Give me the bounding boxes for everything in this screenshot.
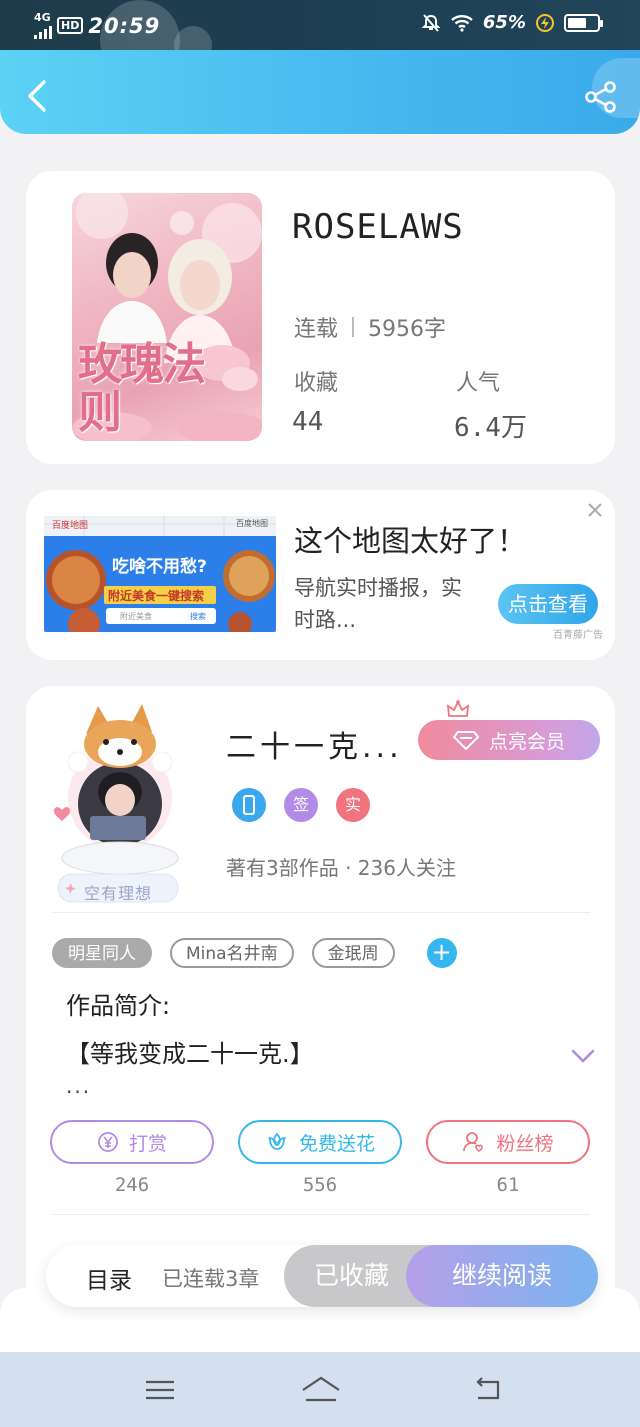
battery-fill	[568, 17, 586, 28]
tag-item[interactable]: 金珉周	[311, 938, 395, 968]
diamond-icon	[452, 731, 479, 750]
system-nav-bar	[0, 1352, 640, 1427]
clock: 20:59	[88, 13, 161, 38]
tip-label: 打赏	[128, 1132, 167, 1155]
close-icon[interactable]	[585, 500, 605, 520]
word-count: 5956字	[368, 317, 447, 342]
author-card: 空有理想 二十一克... 点亮会员 签实 著有3部作品 · 236人关注 明星同…	[26, 686, 615, 1326]
author-stats: 著有3部作品 · 236人关注	[226, 856, 456, 880]
ad-image[interactable]: 百度地图 百度地图 吃啥不用愁? 附近美食一键搜索 附近美食 搜索	[44, 516, 276, 632]
reading-action-bar: 目录 已连载3章 已收藏 继续阅读	[46, 1245, 598, 1307]
book-title: ROSELAWS	[292, 207, 464, 247]
home-icon[interactable]	[300, 1374, 342, 1406]
author-badges: 签实	[232, 788, 370, 822]
intro-label: 作品简介:	[66, 992, 171, 1020]
fans-count: 61	[496, 1174, 520, 1196]
table-of-contents-button[interactable]: 目录	[86, 1261, 132, 1295]
meta-separator	[352, 317, 355, 337]
fans-icon	[463, 1132, 484, 1152]
favorites-value: 44	[292, 407, 324, 437]
popularity-value: 6.4万	[454, 413, 527, 443]
tag-item[interactable]: 明星同人	[52, 938, 152, 968]
signal-icon	[34, 23, 52, 39]
status-bar: 4G HD 20:59 65%	[0, 0, 640, 80]
battery-icon	[564, 13, 603, 32]
ad-image-download: 百度地图	[236, 519, 268, 528]
fans-ranking-label: 粉丝榜	[496, 1132, 554, 1155]
phone-badge-icon[interactable]	[232, 788, 266, 822]
fans-ranking-button[interactable]: 粉丝榜	[426, 1120, 590, 1164]
ad-image-search-button: 搜索	[190, 612, 206, 621]
ad-source: 百青藤广告	[553, 630, 603, 641]
status-left: 4G HD 20:59	[34, 12, 160, 39]
back-icon[interactable]	[470, 1374, 506, 1406]
serial-progress[interactable]: 已连载3章	[162, 1263, 259, 1293]
ad-image-search: 附近美食	[120, 612, 152, 621]
share-icon[interactable]	[584, 80, 618, 114]
book-cover[interactable]: 玫瑰法则	[72, 193, 262, 441]
yen-icon	[98, 1132, 118, 1152]
popularity-label: 人气	[456, 371, 501, 396]
intro-ellipsis: ...	[66, 1074, 92, 1098]
wifi-icon	[451, 14, 473, 32]
flower-icon	[268, 1132, 286, 1150]
status-right: 65%	[421, 12, 603, 33]
book-info-card: 玫瑰法则 ROSELAWS 连载 5956字 收藏 人气 44 6.4万	[26, 171, 615, 464]
send-flower-label: 免费送花	[298, 1132, 375, 1155]
chevron-down-icon[interactable]	[570, 1048, 596, 1064]
network-type: 4G	[34, 11, 51, 24]
light-up-vip-button[interactable]: 点亮会员	[418, 720, 600, 760]
book-meta: 连载 5956字	[294, 311, 446, 343]
serial-status: 连载	[294, 317, 339, 342]
add-tag-button[interactable]: +	[426, 938, 457, 968]
ad-image-subline: 附近美食一键搜索	[108, 589, 205, 603]
ad-title[interactable]: 这个地图太好了！	[294, 518, 526, 560]
send-flower-button[interactable]: 免费送花	[238, 1120, 402, 1164]
tip-button[interactable]: 打赏	[50, 1120, 214, 1164]
author-avatar[interactable]: 空有理想	[50, 696, 216, 908]
signed-badge-icon[interactable]: 签	[284, 788, 318, 822]
menu-icon[interactable]	[142, 1374, 178, 1406]
ad-view-button[interactable]: 点击查看	[498, 584, 598, 624]
tip-count: 246	[114, 1174, 150, 1196]
hd-icon: HD	[57, 17, 84, 34]
ad-description[interactable]: 导航实时播报，实时路...	[294, 572, 474, 636]
divider	[52, 1214, 590, 1215]
verified-badge-icon[interactable]: 实	[336, 788, 370, 822]
favorites-label: 收藏	[294, 371, 339, 396]
ad-card[interactable]: 百度地图 百度地图 吃啥不用愁? 附近美食一键搜索 附近美食 搜索 这个地图太好…	[26, 490, 615, 660]
ad-image-headline: 吃啥不用愁?	[112, 557, 207, 577]
flower-count: 556	[302, 1174, 338, 1196]
crown-icon	[446, 700, 470, 717]
battery-percent: 65%	[482, 12, 526, 33]
top-header	[0, 50, 640, 134]
avatar-caption: 空有理想	[84, 884, 153, 903]
continue-reading-button[interactable]: 继续阅读	[406, 1245, 598, 1307]
back-arrow-icon[interactable]	[22, 78, 52, 114]
mute-bell-icon	[421, 13, 441, 32]
divider	[52, 912, 590, 913]
intro-text: 【等我变成二十一克.】	[66, 1040, 314, 1068]
vip-button-label: 点亮会员	[488, 730, 565, 753]
charging-icon	[536, 13, 554, 32]
avatar-art	[54, 704, 179, 903]
tag-item[interactable]: Mina名井南	[170, 938, 294, 968]
tag-list: 明星同人 Mina名井南 金珉周 +	[52, 938, 457, 968]
cover-title: 玫瑰法则	[78, 339, 206, 438]
author-name[interactable]: 二十一克...	[226, 722, 403, 766]
ad-image-brand: 百度地图	[52, 521, 89, 531]
